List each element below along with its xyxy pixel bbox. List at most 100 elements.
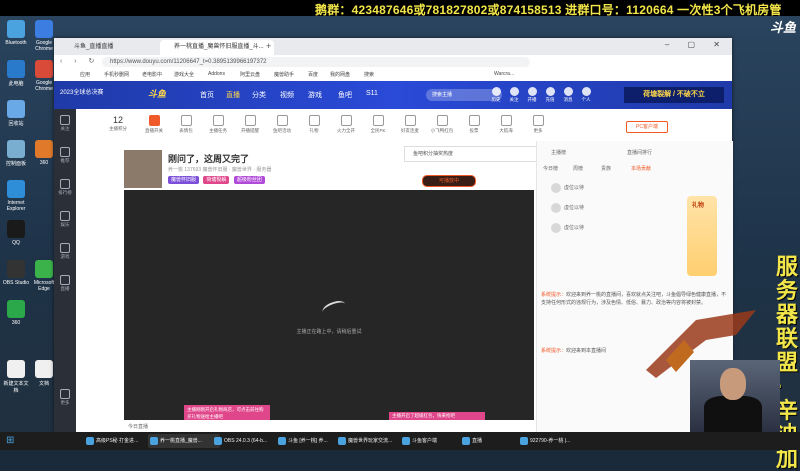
nav-fishbar[interactable]: 鱼吧 [338, 90, 352, 100]
taskbar-item[interactable]: 922790-养一桃 |... [518, 434, 588, 448]
desktop-icon[interactable]: 回收站 [2, 100, 30, 127]
tool-item[interactable]: 小飞鸭红包 [428, 115, 456, 134]
header-banner[interactable]: 荷塘裂解 / 不破不立 [624, 87, 724, 103]
tab-week[interactable]: 周榜 [573, 165, 583, 172]
taskbar-item[interactable]: 斗鱼 [养一桃] 养... [276, 434, 344, 448]
desktop-icon[interactable]: 新建文本文档 [2, 360, 30, 394]
tag[interactable]: 魔兽怀旧服 [168, 176, 200, 184]
douyu-logo[interactable]: 斗鱼 [148, 87, 166, 100]
level-badge[interactable]: 12 主播积分 [104, 115, 132, 132]
taskbar-item[interactable]: 魔兽世界玩家交流... [336, 434, 408, 448]
nav-game[interactable]: 游戏 [308, 90, 322, 100]
tool-item[interactable]: 开播提醒 [236, 115, 264, 134]
broadcast-button[interactable]: 开播 [524, 87, 540, 103]
desktop-icon[interactable]: 360 [2, 300, 30, 326]
desktop-icon[interactable]: Bluetooth [2, 20, 30, 46]
window-controls[interactable]: – ▢ ✕ [665, 40, 728, 49]
status-badge[interactable]: 可播放中 [422, 175, 476, 187]
windows-start-icon[interactable]: ⊞ [6, 435, 14, 446]
new-tab-button[interactable]: + [266, 41, 271, 51]
redpacket-toast[interactable]: 主播开启了超级红包，快来抢吧 [389, 412, 485, 420]
taskbar-item[interactable]: 斗鱼客户端 [400, 434, 468, 448]
nav-category[interactable]: 分类 [252, 90, 266, 100]
fishbar-icon [276, 115, 288, 126]
bookmark[interactable]: 手机秒删网 [104, 71, 129, 78]
tool-item[interactable]: 全民PK [364, 115, 392, 134]
tool-item[interactable]: 更多 [524, 115, 552, 134]
bookmark[interactable]: 魔兽助手 [274, 71, 294, 78]
rail-item-follow[interactable]: 关注 [54, 115, 76, 132]
bookmark[interactable]: 老电影中 [142, 71, 162, 78]
tab-stream[interactable]: 养一桃直播_魔兽怀旧服直播_斗... [160, 40, 274, 55]
bookmark[interactable]: 搜索 [364, 71, 374, 78]
follow-icon [60, 115, 70, 125]
control-panel-icon [7, 140, 25, 158]
bookmark[interactable]: 百度 [308, 71, 318, 78]
bookmark[interactable]: Warcra... [494, 71, 514, 77]
desktop-icon[interactable]: Internet Explorer [2, 180, 30, 212]
profile-button[interactable]: 个人 [578, 87, 594, 103]
bookmark[interactable]: Addons [208, 71, 225, 77]
tag[interactable]: 荷塘裂解 [203, 176, 230, 184]
game-icon [60, 243, 70, 253]
pc-client-button[interactable]: PC客户端 [626, 121, 668, 133]
rail-item-rank[interactable]: 排行榜 [54, 179, 76, 196]
ship-icon [500, 115, 512, 126]
desktop-icon[interactable]: 此电脑 [2, 60, 30, 87]
taskbar-item[interactable]: 直播 [460, 434, 526, 448]
tool-item[interactable]: 主播任务 [204, 115, 232, 134]
message-button[interactable]: 消息 [560, 87, 576, 103]
tab-noble[interactable]: 贵族 [601, 165, 611, 172]
tab-contribution[interactable]: 本场贡献 [631, 165, 651, 172]
tag[interactable]: 超级粉丝团 [233, 176, 265, 184]
tab-room-rank[interactable]: 直播间排行 [627, 149, 652, 156]
nav-video[interactable]: 视频 [280, 90, 294, 100]
rail-item-more[interactable]: 更多 [54, 389, 76, 406]
rail-item-entertainment[interactable]: 娱乐 [54, 211, 76, 228]
rail-item-game[interactable]: 游戏 [54, 243, 76, 260]
rank-row[interactable]: 虚位以待 [551, 201, 671, 215]
recharge-button[interactable]: 充值 [542, 87, 558, 103]
desktop-icon[interactable]: 控制面板 [2, 140, 30, 167]
tool-item[interactable]: 投票 [460, 115, 488, 134]
avatar[interactable] [124, 150, 162, 188]
pk-icon [372, 115, 384, 126]
tool-item[interactable]: 好友连麦 [396, 115, 424, 134]
more-icon [60, 389, 70, 399]
bookmark[interactable]: 我的网盘 [330, 71, 350, 78]
video-player[interactable]: 主播正在路上中，请稍后重试 [124, 190, 534, 420]
rank-row[interactable]: 虚位以待 [551, 221, 671, 235]
qq-icon [7, 220, 25, 238]
nav-buttons[interactable]: ‹ › ↻ [60, 57, 99, 65]
douyu-icon [402, 437, 410, 445]
rank-row[interactable]: 虚位以待 [551, 181, 671, 195]
rail-item-recommend[interactable]: 推荐 [54, 147, 76, 164]
avatar [551, 222, 561, 233]
taskbar-item[interactable]: 养一桃直播_魔兽... [148, 434, 220, 448]
tool-item[interactable]: 火力全开 [332, 115, 360, 134]
tool-item[interactable]: 直播开关 [140, 115, 168, 134]
desktop-icon[interactable]: OBS Studio [2, 260, 30, 286]
tab-anchor-rank[interactable]: 主播榜 [551, 149, 566, 156]
taskbar-item[interactable]: OBS 24.0.3 (64-b... [212, 434, 284, 448]
bookmark[interactable]: 游戏大全 [174, 71, 194, 78]
follow-button[interactable]: 关注 [506, 87, 522, 103]
bookmark[interactable]: 应用 [80, 71, 90, 78]
tab-today[interactable]: 今日榜 [543, 165, 558, 172]
history-icon [491, 87, 501, 96]
url-input[interactable]: https://www.douyu.com/11206647_t=0.38951… [102, 57, 530, 67]
nav-s11[interactable]: S11 [366, 90, 378, 97]
rail-item-live[interactable]: 直播 [54, 275, 76, 292]
tool-item[interactable]: 表情包 [172, 115, 200, 134]
tool-item[interactable]: 鱼吧活动 [268, 115, 296, 134]
tool-item[interactable]: 大航海 [492, 115, 520, 134]
tab-douyu[interactable]: 斗鱼_直播直播 [60, 40, 170, 55]
history-button[interactable]: 历史 [488, 87, 504, 103]
bookmark[interactable]: 阿里云盘 [240, 71, 260, 78]
nav-live[interactable]: 直播 [226, 90, 240, 100]
desktop-icon[interactable]: QQ [2, 220, 30, 246]
gift-banner[interactable]: 礼物 [687, 196, 717, 276]
nav-home[interactable]: 首页 [200, 90, 214, 100]
taskbar-item[interactable]: 高级PS秘 打金进... [84, 434, 154, 448]
tool-item[interactable]: 礼物 [300, 115, 328, 134]
